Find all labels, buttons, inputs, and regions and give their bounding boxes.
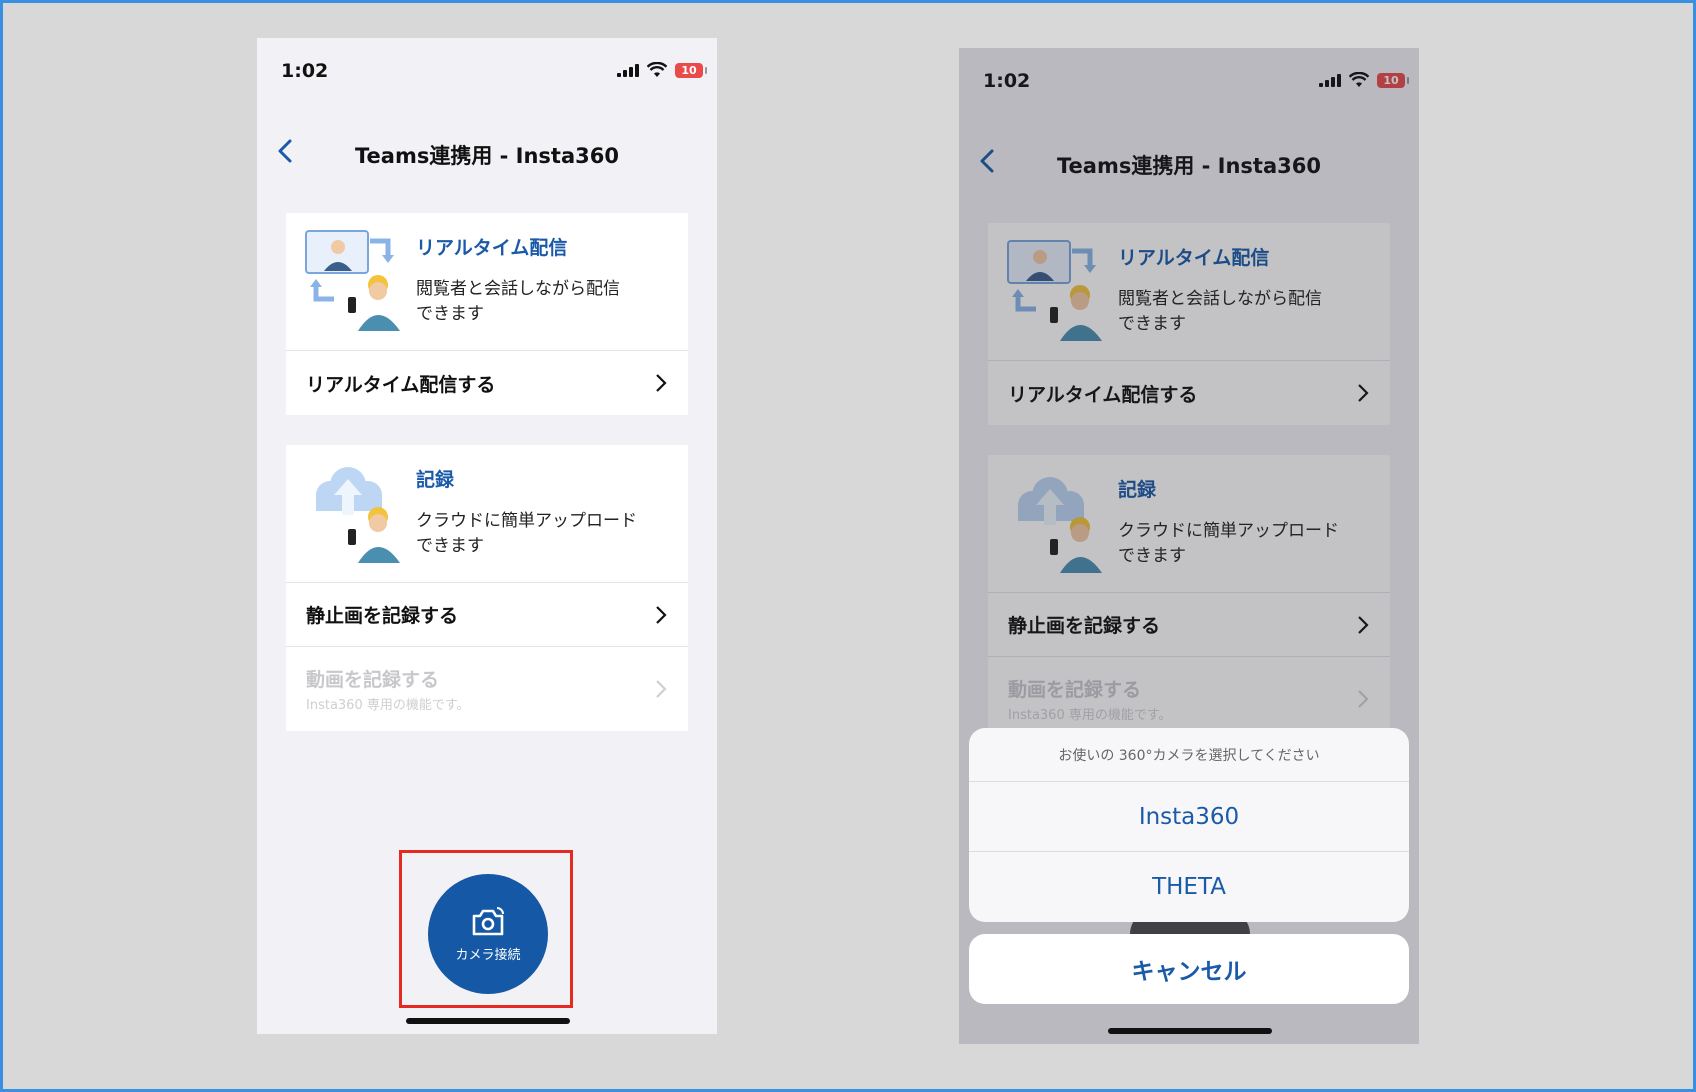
cloud-upload-illustration-icon <box>316 467 400 563</box>
status-bar: 1:02 10 <box>257 38 717 108</box>
camera-connect-button[interactable]: カメラ接続 <box>428 874 548 994</box>
record-photo-row[interactable]: 静止画を記録する <box>286 583 688 647</box>
chevron-right-icon <box>656 606 667 624</box>
action-sheet-header: お使いの 360°カメラを選択してください <box>969 728 1409 782</box>
option-theta-button[interactable]: THETA <box>969 852 1409 922</box>
record-video-row: 動画を記録する Insta360 専用の機能です。 <box>286 647 688 731</box>
realtime-card-title: リアルタイム配信 <box>416 237 568 259</box>
option-insta360-button[interactable]: Insta360 <box>969 782 1409 852</box>
camera-select-action-sheet: お使いの 360°カメラを選択してください Insta360 THETA <box>969 728 1409 922</box>
realtime-stream-label: リアルタイム配信する <box>306 373 496 396</box>
navigation-bar: Teams連携用 - Insta360 <box>257 128 717 178</box>
record-card-description: クラウドに簡単アップロード できます <box>416 509 676 559</box>
chevron-right-icon <box>656 680 667 698</box>
record-card-title: 記録 <box>416 469 455 491</box>
home-indicator <box>1108 1028 1272 1034</box>
realtime-stream-row[interactable]: リアルタイム配信する <box>286 351 688 415</box>
record-photo-label: 静止画を記録する <box>306 605 459 627</box>
cancel-button[interactable]: キャンセル <box>969 934 1409 1004</box>
record-card-header: 記録 クラウドに簡単アップロード できます <box>286 445 688 583</box>
wifi-icon <box>647 62 667 77</box>
realtime-illustration-icon <box>305 230 400 331</box>
record-desc-line1: クラウドに簡単アップロード <box>416 511 637 531</box>
realtime-desc-line2: できます <box>416 304 484 324</box>
chevron-right-icon <box>656 374 667 392</box>
home-indicator <box>406 1018 570 1024</box>
record-desc-line2: できます <box>416 536 484 556</box>
camera-connect-label: カメラ接続 <box>455 947 521 963</box>
outer-frame <box>0 0 1696 1092</box>
cellular-signal-icon <box>617 63 639 77</box>
phone-screen-left: 1:02 10 Teams連携用 - Insta360 リアルタイム配信 閲覧者… <box>257 38 717 1034</box>
page-title: Teams連携用 - Insta360 <box>355 144 619 168</box>
battery-icon: 10 <box>675 62 707 78</box>
realtime-card: リアルタイム配信 閲覧者と会話しながら配信 できます リアルタイム配信する <box>286 213 688 415</box>
phone-screen-right: 1:02 10 Teams連携用 - Insta360 リアルタイム配信 閲覧者… <box>959 48 1419 1044</box>
realtime-desc-line1: 閲覧者と会話しながら配信 <box>416 279 620 299</box>
realtime-card-header: リアルタイム配信 閲覧者と会話しながら配信 できます <box>286 213 688 351</box>
status-icons: 10 <box>617 62 707 78</box>
camera-icon <box>472 906 504 935</box>
record-card: 記録 クラウドに簡単アップロード できます 静止画を記録する 動画を記録する I… <box>286 445 688 731</box>
status-time: 1:02 <box>281 60 329 82</box>
record-video-sublabel: Insta360 専用の機能です。 <box>306 698 470 713</box>
realtime-card-description: 閲覧者と会話しながら配信 できます <box>416 277 676 327</box>
record-video-label: 動画を記録する <box>306 669 440 691</box>
